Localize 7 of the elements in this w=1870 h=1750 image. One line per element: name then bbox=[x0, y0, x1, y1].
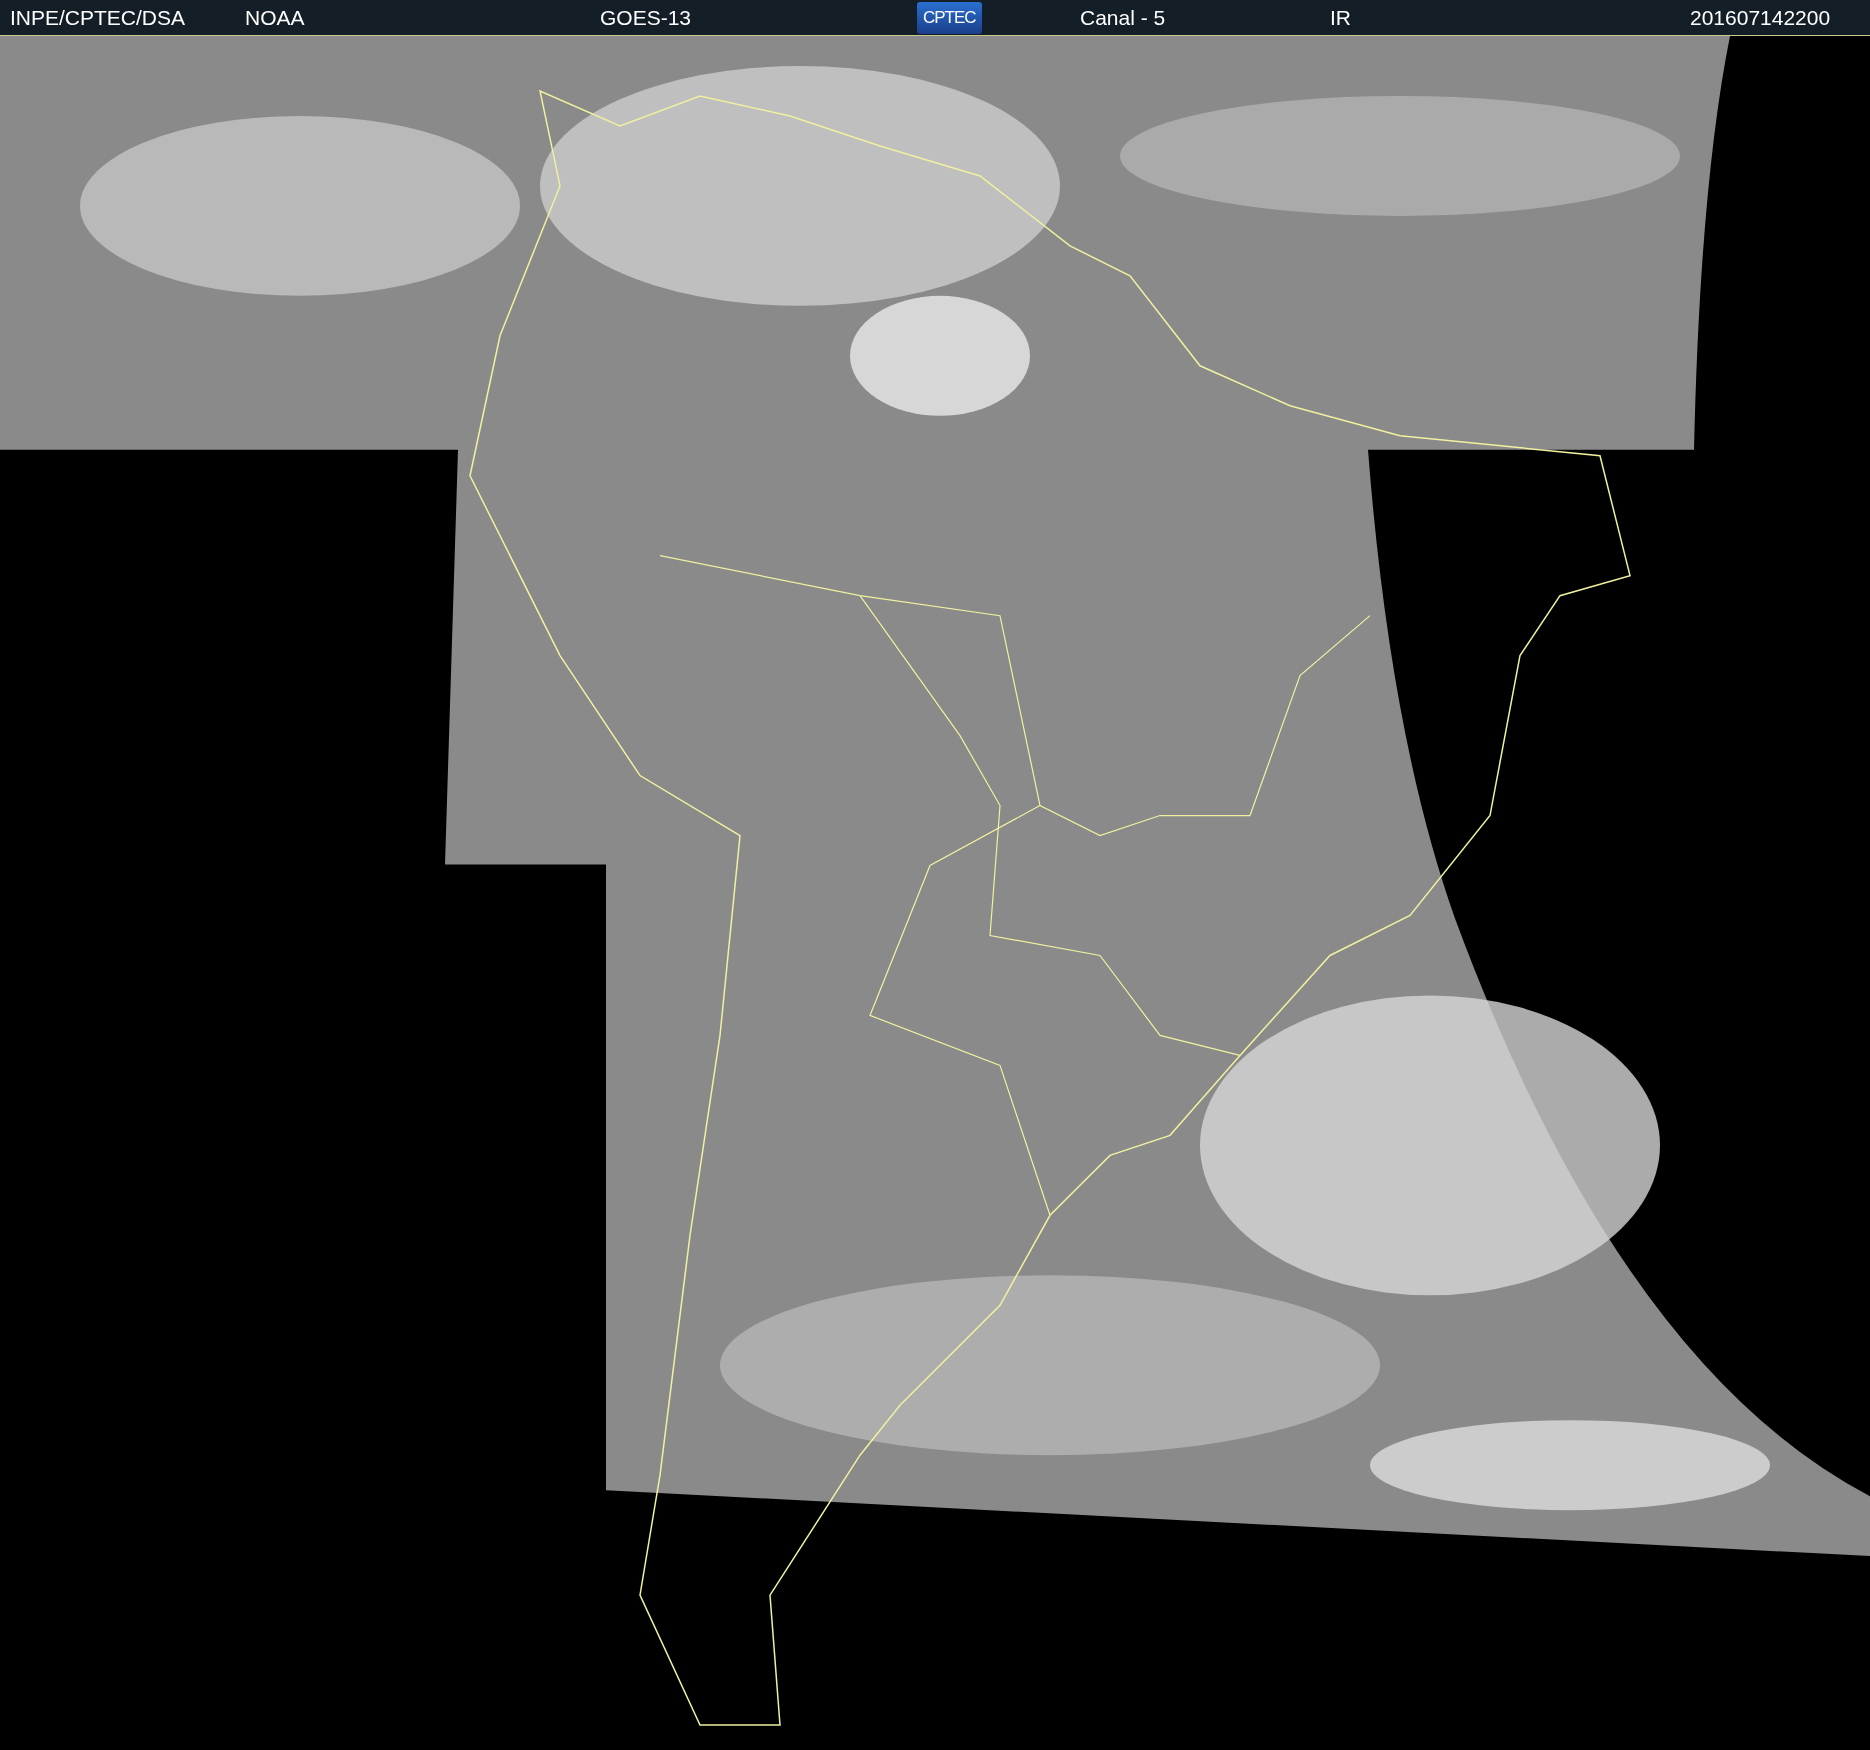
agency-label: INPE/CPTEC/DSA bbox=[10, 5, 186, 30]
timestamp-label: 201607142200 bbox=[1690, 5, 1831, 30]
logo: CPTEC bbox=[917, 1, 982, 34]
band-label: IR bbox=[1330, 5, 1351, 30]
source-label: NOAA bbox=[245, 5, 305, 30]
satellite-label: GOES-13 bbox=[600, 5, 692, 30]
channel-label: Canal - 5 bbox=[1080, 5, 1166, 30]
